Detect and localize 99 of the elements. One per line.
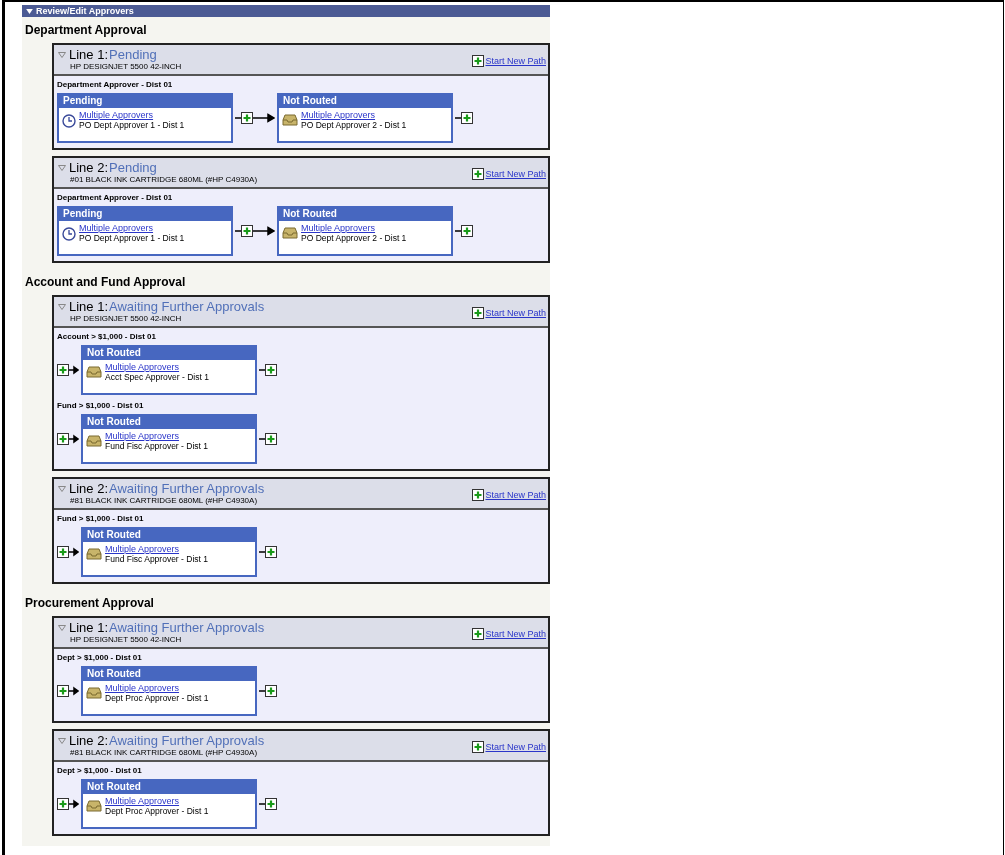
add-icon[interactable]	[472, 55, 485, 67]
section-heading: Account and Fund Approval	[24, 274, 187, 291]
triangle-icon[interactable]	[58, 164, 66, 171]
approvers-link[interactable]: Multiple Approvers	[301, 223, 407, 233]
approver-name: PO Dept Approver 1 - Dist 1	[79, 233, 185, 243]
clock-icon	[62, 114, 76, 128]
add-arrow-icon[interactable]	[57, 433, 79, 445]
section-heading: Department Approval	[24, 22, 148, 39]
tray-icon	[86, 435, 102, 447]
path-title: Fund > $1,000 - Dist 01	[57, 401, 145, 410]
add-icon[interactable]	[259, 364, 278, 376]
triangle-icon[interactable]	[58, 624, 66, 631]
step-status: Pending	[59, 208, 231, 221]
line-label: Line 1:	[69, 299, 109, 314]
line-description: #81 BLACK INK CARTRIDGE 680ML (#HP C4930A)	[70, 496, 259, 505]
approvers-link[interactable]: Multiple Approvers	[105, 796, 209, 806]
add-arrow-icon[interactable]	[57, 364, 79, 376]
start-new-path-link[interactable]: Start New Path	[485, 169, 546, 179]
path-title: Department Approver - Dist 01	[57, 193, 174, 202]
step-status: Not Routed	[83, 416, 255, 429]
step-status: Not Routed	[83, 347, 255, 360]
line-label: Line 2:	[69, 733, 109, 748]
tray-icon	[86, 800, 102, 812]
line-description: #01 BLACK INK CARTRIDGE 680ML (#HP C4930A)	[70, 175, 258, 184]
line-label: Line 1:	[69, 620, 109, 635]
approver-name: PO Dept Approver 2 - Dist 1	[301, 120, 407, 130]
approvers-link[interactable]: Multiple Approvers	[105, 362, 209, 372]
line-label: Line 2:	[69, 481, 109, 496]
path-title: Fund > $1,000 - Dist 01	[57, 514, 145, 523]
path-title: Account > $1,000 - Dist 01	[57, 332, 157, 341]
start-new-path-link[interactable]: Start New Path	[485, 742, 546, 752]
path-title: Department Approver - Dist 01	[57, 80, 174, 89]
triangle-icon	[26, 8, 33, 14]
step-status: Not Routed	[83, 781, 255, 794]
add-arrow-icon[interactable]	[57, 685, 79, 697]
add-icon[interactable]	[472, 741, 485, 753]
line-description: HP DESIGNJET 5500 42-INCH	[70, 635, 183, 644]
tray-icon	[86, 687, 102, 699]
triangle-icon[interactable]	[58, 485, 66, 492]
start-new-path-link[interactable]: Start New Path	[485, 56, 546, 66]
start-new-path-link[interactable]: Start New Path	[485, 490, 546, 500]
add-icon[interactable]	[472, 307, 485, 319]
panel-header[interactable]: Review/Edit Approvers	[22, 5, 550, 17]
add-icon[interactable]	[259, 546, 278, 558]
triangle-icon[interactable]	[58, 303, 66, 310]
start-new-path-link[interactable]: Start New Path	[485, 308, 546, 318]
approvers-link[interactable]: Multiple Approvers	[105, 431, 208, 441]
line-status: Awaiting Further Approvals	[109, 620, 265, 635]
line-status: Awaiting Further Approvals	[109, 299, 265, 314]
add-icon[interactable]	[259, 433, 278, 445]
approver-name: Acct Spec Approver - Dist 1	[105, 372, 209, 382]
step-status: Not Routed	[279, 208, 451, 221]
approvers-link[interactable]: Multiple Approvers	[105, 544, 208, 554]
panel-title: Review/Edit Approvers	[36, 6, 134, 16]
approver-name: Dept Proc Approver - Dist 1	[105, 693, 209, 703]
approvers-link[interactable]: Multiple Approvers	[79, 223, 185, 233]
add-icon[interactable]	[259, 798, 278, 810]
add-icon[interactable]	[259, 685, 278, 697]
tray-icon	[86, 366, 102, 378]
line-description: HP DESIGNJET 5500 42-INCH	[70, 314, 183, 323]
start-new-path-link[interactable]: Start New Path	[485, 629, 546, 639]
line-status: Pending	[109, 47, 157, 62]
line-label: Line 1:	[69, 47, 109, 62]
triangle-icon[interactable]	[58, 51, 66, 58]
line-description: #81 BLACK INK CARTRIDGE 680ML (#HP C4930A)	[70, 748, 259, 757]
approvers-link[interactable]: Multiple Approvers	[105, 683, 209, 693]
line-description: HP DESIGNJET 5500 42-INCH	[70, 62, 182, 71]
section-heading: Procurement Approval	[24, 595, 155, 612]
approvers-link[interactable]: Multiple Approvers	[301, 110, 407, 120]
approver-name: Fund Fisc Approver - Dist 1	[105, 554, 208, 564]
add-icon[interactable]	[472, 168, 485, 180]
approver-name: PO Dept Approver 2 - Dist 1	[301, 233, 407, 243]
add-icon[interactable]	[472, 489, 485, 501]
add-arrow-icon[interactable]	[235, 112, 275, 124]
tray-icon	[282, 227, 298, 239]
add-arrow-icon[interactable]	[57, 546, 79, 558]
triangle-icon[interactable]	[58, 737, 66, 744]
step-status: Pending	[59, 95, 231, 108]
add-arrow-icon[interactable]	[235, 225, 275, 237]
line-status: Pending	[109, 160, 157, 175]
tray-icon	[86, 548, 102, 560]
approver-name: Dept Proc Approver - Dist 1	[105, 806, 209, 816]
line-status: Awaiting Further Approvals	[109, 733, 265, 748]
add-icon[interactable]	[472, 628, 485, 640]
step-status: Not Routed	[83, 529, 255, 542]
line-label: Line 2:	[69, 160, 109, 175]
add-icon[interactable]	[455, 112, 474, 124]
step-status: Not Routed	[83, 668, 255, 681]
approvers-link[interactable]: Multiple Approvers	[79, 110, 185, 120]
add-arrow-icon[interactable]	[57, 798, 79, 810]
line-status: Awaiting Further Approvals	[109, 481, 265, 496]
path-title: Dept > $1,000 - Dist 01	[57, 653, 143, 662]
approver-name: PO Dept Approver 1 - Dist 1	[79, 120, 185, 130]
tray-icon	[282, 114, 298, 126]
approver-name: Fund Fisc Approver - Dist 1	[105, 441, 208, 451]
clock-icon	[62, 227, 76, 241]
add-icon[interactable]	[455, 225, 474, 237]
path-title: Dept > $1,000 - Dist 01	[57, 766, 143, 775]
step-status: Not Routed	[279, 95, 451, 108]
